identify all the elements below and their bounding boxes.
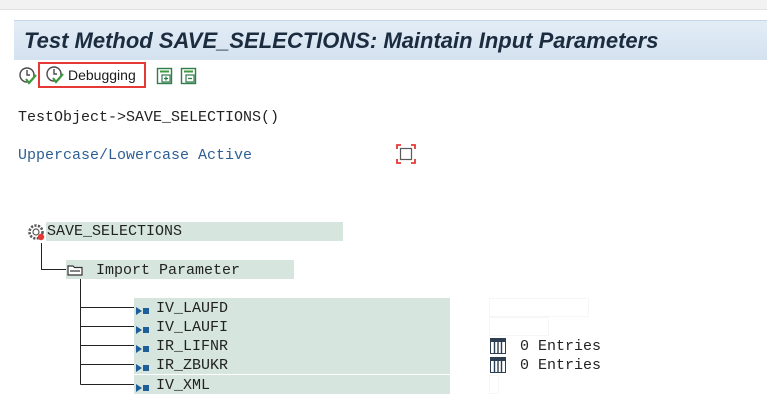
param-value-field[interactable] — [490, 318, 548, 335]
debug-clock-icon — [46, 66, 64, 84]
table-icon[interactable] — [490, 338, 506, 354]
param-icon — [135, 380, 151, 392]
execute-button[interactable] — [18, 65, 40, 87]
param-name: IV_XML — [156, 377, 211, 394]
param-name: IV_LAUFD — [156, 300, 229, 317]
title-bar: Test Method SAVE_SELECTIONS: Maintain In… — [14, 20, 767, 62]
case-sensitivity-label: Uppercase/Lowercase Active — [18, 147, 253, 164]
execute-clock-icon — [19, 67, 37, 85]
debugging-button[interactable]: Debugging — [38, 62, 146, 88]
import-node-label: Import Parameter — [96, 262, 241, 279]
collapse-all-button[interactable] — [180, 65, 200, 87]
param-icon — [135, 322, 151, 334]
root-node-label: SAVE_SELECTIONS — [47, 223, 183, 240]
param-name: IR_LIFNR — [156, 338, 229, 355]
entries-count: 0 Entries — [520, 357, 602, 374]
application-toolbar: Debugging — [14, 60, 767, 94]
param-value-field[interactable] — [490, 376, 498, 393]
param-icon — [135, 341, 151, 353]
method-gear-icon — [28, 224, 45, 241]
param-name: IV_LAUFI — [156, 319, 229, 336]
table-icon[interactable] — [490, 357, 506, 373]
import-node-toggle[interactable] — [67, 263, 83, 276]
param-icon — [135, 303, 151, 315]
collapse-all-icon — [180, 67, 197, 85]
folder-icon — [67, 265, 83, 276]
debugging-label: Debugging — [68, 67, 136, 83]
method-call-text: TestObject->SAVE_SELECTIONS() — [18, 109, 280, 126]
expand-all-button[interactable] — [156, 65, 176, 87]
param-icon — [135, 360, 151, 372]
page-title: Test Method SAVE_SELECTIONS: Maintain In… — [24, 28, 659, 53]
window-top-strip — [0, 0, 767, 10]
param-name: IR_ZBUKR — [156, 357, 229, 374]
checkbox-unchecked-icon — [396, 144, 416, 164]
entries-count: 0 Entries — [520, 338, 602, 355]
root-node-toggle[interactable] — [26, 222, 46, 242]
case-sensitivity-checkbox[interactable] — [396, 144, 416, 164]
expand-all-icon — [156, 67, 173, 85]
param-value-field[interactable] — [490, 299, 588, 316]
